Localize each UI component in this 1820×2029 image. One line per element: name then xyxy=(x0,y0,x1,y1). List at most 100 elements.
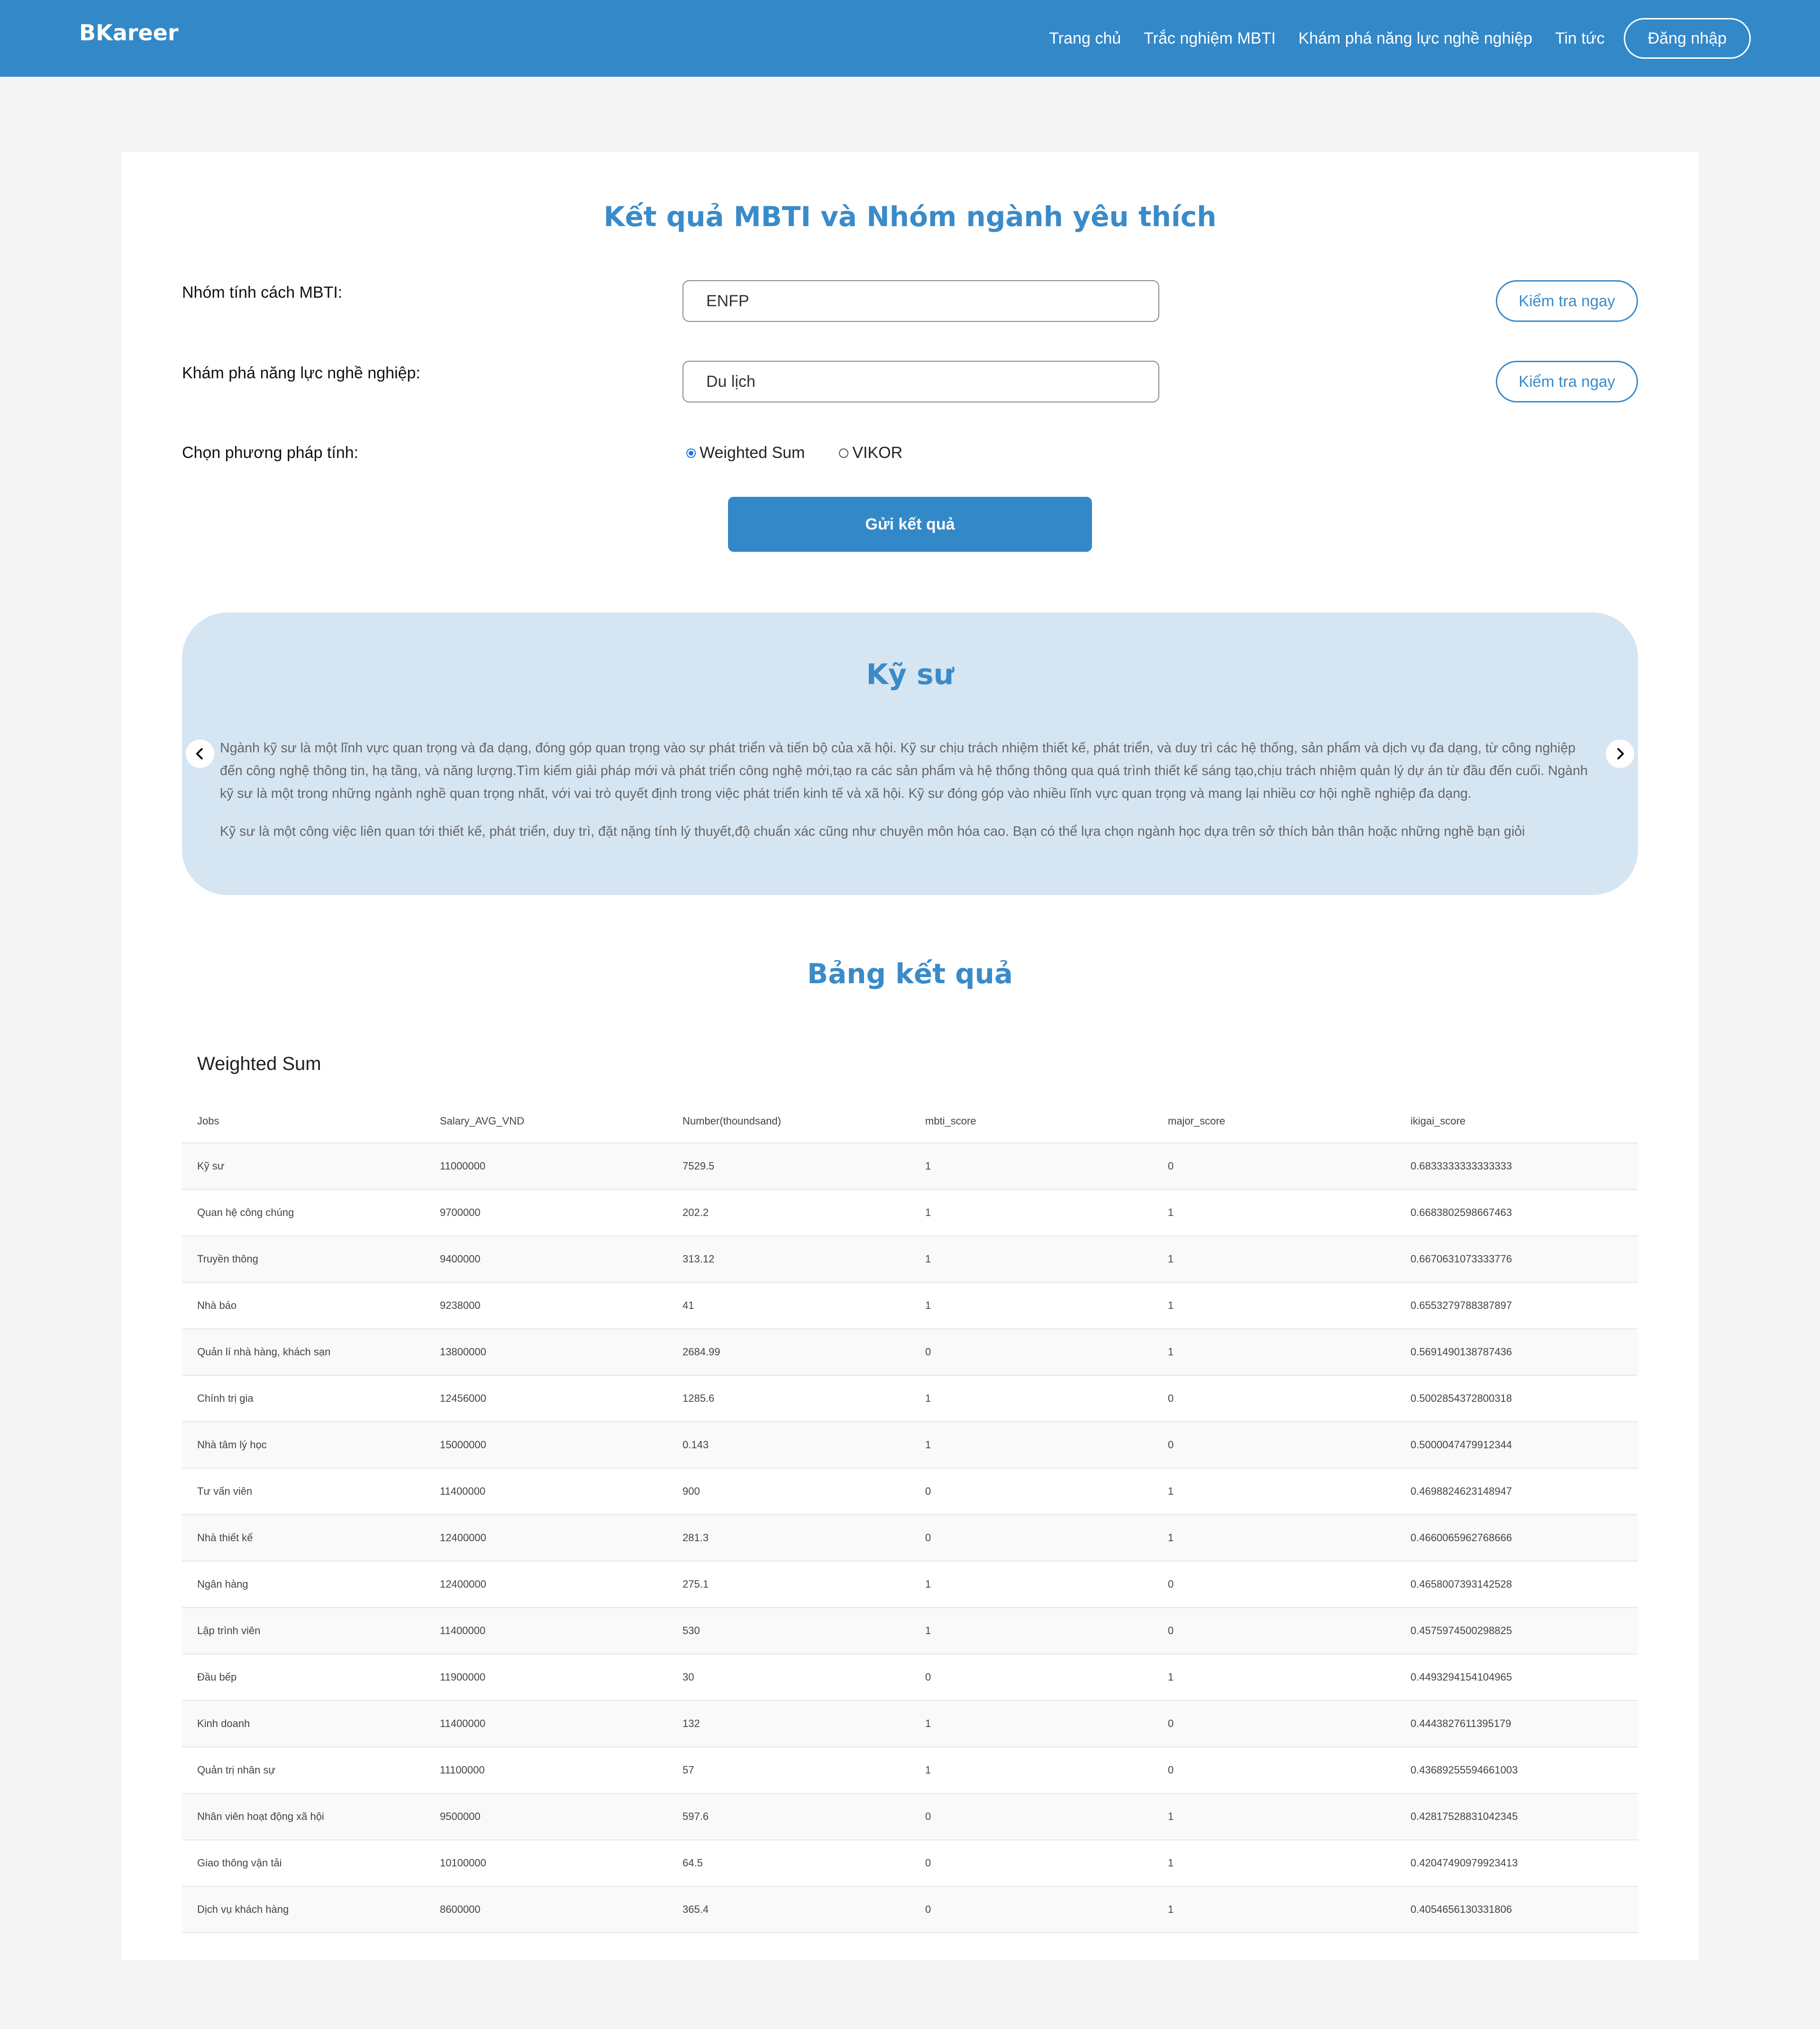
mbti-input[interactable]: ENFP xyxy=(682,280,1159,322)
cell-mbti-score: 0 xyxy=(910,1840,1153,1887)
cell-major-score: 0 xyxy=(1153,1608,1395,1654)
cell-mbti-score: 1 xyxy=(910,1747,1153,1794)
cell-ikigai-score: 0.4658007393142528 xyxy=(1395,1561,1638,1608)
nav-links: Trang chủ Trắc nghiệm MBTI Khám phá năng… xyxy=(1026,18,1751,59)
cell-job: Quản lí nhà hàng, khách sạn xyxy=(182,1329,425,1376)
cell-number: 2684.99 xyxy=(667,1329,910,1376)
cell-mbti-score: 0 xyxy=(910,1329,1153,1376)
table-row: Dịch vụ khách hàng 8600000 365.4 0 1 0.405465… xyxy=(182,1886,1638,1933)
cell-ikigai-score: 0.6553279788387897 xyxy=(1395,1282,1638,1329)
carousel-paragraph-2: Kỹ sư là một công việc liên quan tới thi… xyxy=(220,824,1525,839)
table-header-row: Jobs Salary_AVG_VND Number(thoundsand) m… xyxy=(182,1100,1638,1143)
cell-mbti-score: 1 xyxy=(910,1561,1153,1608)
cell-salary: 11400000 xyxy=(425,1608,667,1654)
cell-number: 30 xyxy=(667,1654,910,1701)
cell-salary: 12456000 xyxy=(425,1375,667,1422)
cell-job: Dịch vụ khách hàng xyxy=(182,1886,425,1933)
method-radio-group: Weighted Sum VIKOR xyxy=(686,444,937,462)
cell-major-score: 1 xyxy=(1153,1189,1395,1236)
cell-mbti-score: 0 xyxy=(910,1793,1153,1840)
cell-major-score: 1 xyxy=(1153,1793,1395,1840)
cell-ikigai-score: 0.4443827611395179 xyxy=(1395,1700,1638,1747)
cell-mbti-score: 1 xyxy=(910,1189,1153,1236)
cell-mbti-score: 1 xyxy=(910,1236,1153,1283)
cell-job: Nhân viên hoạt động xã hội xyxy=(182,1793,425,1840)
cell-major-score: 0 xyxy=(1153,1143,1395,1190)
table-row: Kỹ sư 11000000 7529.5 1 0 0.6833333333333333 xyxy=(182,1143,1638,1190)
cell-mbti-score: 0 xyxy=(910,1515,1153,1562)
major-check-button[interactable]: Kiểm tra ngay xyxy=(1496,361,1638,402)
cell-salary: 9500000 xyxy=(425,1793,667,1840)
cell-job: Chính trị gia xyxy=(182,1375,425,1422)
table-row: Quản lí nhà hàng, khách sạn 13800000 2684.… xyxy=(182,1329,1638,1376)
cell-salary: 13800000 xyxy=(425,1329,667,1376)
cell-job: Kỹ sư xyxy=(182,1143,425,1190)
cell-major-score: 1 xyxy=(1153,1236,1395,1283)
table-row: Kinh doanh 11400000 132 1 0 0.444382761139517… xyxy=(182,1700,1638,1747)
nav-link-mbti-test[interactable]: Trắc nghiệm MBTI xyxy=(1144,29,1275,48)
cell-major-score: 1 xyxy=(1153,1840,1395,1887)
nav-link-career-ability[interactable]: Khám phá năng lực nghề nghiệp xyxy=(1299,29,1532,48)
cell-ikigai-score: 0.5002854372800318 xyxy=(1395,1375,1638,1422)
results-title: Bảng kết quả xyxy=(807,958,1013,990)
main-card: Kết quả MBTI và Nhóm ngành yêu thích Nhó… xyxy=(121,152,1699,1960)
radio-vikor[interactable] xyxy=(839,448,849,458)
cell-job: Lập trình viên xyxy=(182,1608,425,1654)
header-jobs: Jobs xyxy=(182,1100,425,1143)
carousel-description: Ngành kỹ sư là một lĩnh vực quan trọng v… xyxy=(220,737,1594,858)
nav-link-news[interactable]: Tin tức xyxy=(1555,29,1605,48)
cell-ikigai-score: 0.4575974500298825 xyxy=(1395,1608,1638,1654)
career-carousel: Kỹ sư Ngành kỹ sư là một lĩnh vực quan t… xyxy=(182,612,1638,895)
cell-number: 530 xyxy=(667,1608,910,1654)
chevron-left-icon xyxy=(196,748,203,759)
cell-ikigai-score: 0.6683802598667463 xyxy=(1395,1189,1638,1236)
cell-major-score: 1 xyxy=(1153,1282,1395,1329)
cell-major-score: 1 xyxy=(1153,1654,1395,1701)
cell-job: Ngân hàng xyxy=(182,1561,425,1608)
cell-salary: 11000000 xyxy=(425,1143,667,1190)
cell-number: 202.2 xyxy=(667,1189,910,1236)
cell-number: 41 xyxy=(667,1282,910,1329)
cell-mbti-score: 1 xyxy=(910,1375,1153,1422)
cell-job: Kinh doanh xyxy=(182,1700,425,1747)
brand-logo[interactable]: BKareer xyxy=(79,20,179,46)
results-table: Jobs Salary_AVG_VND Number(thoundsand) m… xyxy=(182,1100,1638,1933)
cell-salary: 12400000 xyxy=(425,1515,667,1562)
radio-option-vikor[interactable]: VIKOR xyxy=(839,444,902,462)
major-input[interactable]: Du lịch xyxy=(682,361,1159,402)
carousel-next-button[interactable] xyxy=(1606,740,1634,768)
carousel-prev-button[interactable] xyxy=(186,740,214,768)
cell-salary: 9238000 xyxy=(425,1282,667,1329)
cell-mbti-score: 0 xyxy=(910,1468,1153,1515)
cell-salary: 11400000 xyxy=(425,1700,667,1747)
submit-button[interactable]: Gửi kết quả xyxy=(728,497,1092,552)
radio-weighted-sum[interactable] xyxy=(686,448,696,458)
mbti-check-button[interactable]: Kiểm tra ngay xyxy=(1496,280,1638,322)
cell-number: 132 xyxy=(667,1700,910,1747)
header-number: Number(thoundsand) xyxy=(667,1100,910,1143)
cell-ikigai-score: 0.4698824623148947 xyxy=(1395,1468,1638,1515)
cell-salary: 10100000 xyxy=(425,1840,667,1887)
cell-major-score: 1 xyxy=(1153,1515,1395,1562)
login-button[interactable]: Đăng nhập xyxy=(1623,18,1751,59)
cell-number: 0.143 xyxy=(667,1422,910,1469)
mbti-label: Nhóm tính cách MBTI: xyxy=(182,283,343,302)
cell-salary: 8600000 xyxy=(425,1886,667,1933)
cell-salary: 11900000 xyxy=(425,1654,667,1701)
nav-link-home[interactable]: Trang chủ xyxy=(1049,29,1121,48)
radio-option-weighted-sum[interactable]: Weighted Sum xyxy=(686,444,805,462)
header-salary: Salary_AVG_VND xyxy=(425,1100,667,1143)
table-row: Giao thông vận tải 10100000 64.5 0 1 0.420474… xyxy=(182,1840,1638,1887)
table-row: Nhà báo 9238000 41 1 1 0.6553279788387897 xyxy=(182,1282,1638,1329)
results-table-caption: Weighted Sum xyxy=(197,1053,321,1074)
cell-ikigai-score: 0.4660065962768666 xyxy=(1395,1515,1638,1562)
carousel-paragraph-1: Ngành kỹ sư là một lĩnh vực quan trọng v… xyxy=(220,740,1588,801)
cell-mbti-score: 1 xyxy=(910,1608,1153,1654)
cell-salary: 9700000 xyxy=(425,1189,667,1236)
table-row: Ngân hàng 12400000 275.1 1 0 0.46580073931425… xyxy=(182,1561,1638,1608)
table-row: Đầu bếp 11900000 30 0 1 0.4493294154104965 xyxy=(182,1654,1638,1701)
cell-number: 7529.5 xyxy=(667,1143,910,1190)
cell-number: 313.12 xyxy=(667,1236,910,1283)
cell-salary: 12400000 xyxy=(425,1561,667,1608)
table-row: Lập trình viên 11400000 530 1 0 0.45759745002… xyxy=(182,1608,1638,1654)
